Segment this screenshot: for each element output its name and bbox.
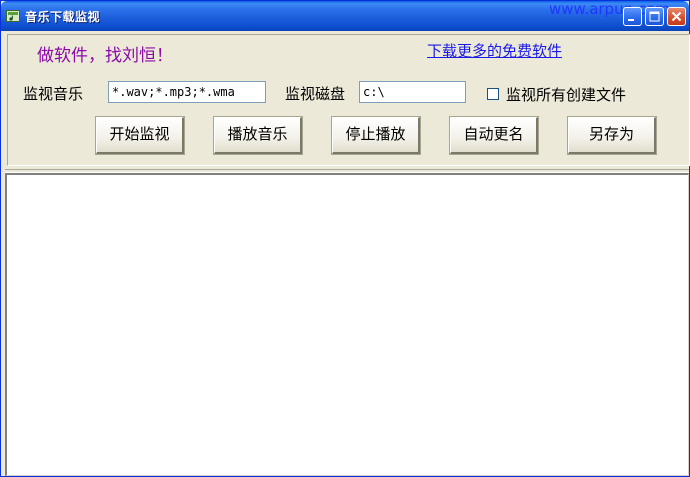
- music-filter-input[interactable]: *.wav;*.mp3;*.wma: [108, 81, 266, 103]
- app-window: 音乐下载监视 www.arpun.com 做软件，找刘恒！ 下载更多的免费软件 …: [0, 0, 690, 477]
- save-as-button[interactable]: 另存为: [567, 116, 657, 155]
- start-monitor-button[interactable]: 开始监视: [95, 116, 185, 155]
- minimize-button[interactable]: [623, 7, 642, 26]
- monitor-all-files-checkbox[interactable]: [487, 88, 499, 100]
- stop-playback-button[interactable]: 停止播放: [331, 116, 421, 155]
- music-filter-label: 监视音乐: [23, 85, 84, 103]
- title-bar[interactable]: 音乐下载监视 www.arpun.com: [1, 0, 689, 31]
- disk-label: 监视磁盘: [285, 85, 346, 103]
- maximize-icon: [649, 11, 660, 22]
- window-title: 音乐下载监视: [25, 10, 101, 24]
- maximize-button[interactable]: [645, 7, 664, 26]
- download-more-link[interactable]: 下载更多的免费软件: [427, 40, 562, 61]
- auto-rename-button[interactable]: 自动更名: [449, 116, 539, 155]
- slogan-text: 做软件，找刘恒！: [37, 46, 173, 66]
- file-list[interactable]: [5, 173, 689, 476]
- minimize-icon: [628, 19, 634, 21]
- play-music-button[interactable]: 播放音乐: [213, 116, 303, 155]
- monitor-all-files-label[interactable]: 监视所有创建文件: [506, 84, 626, 105]
- close-icon: [671, 11, 682, 22]
- close-button[interactable]: [667, 7, 686, 26]
- music-note-icon: [6, 10, 20, 22]
- disk-input[interactable]: c:\: [359, 81, 466, 103]
